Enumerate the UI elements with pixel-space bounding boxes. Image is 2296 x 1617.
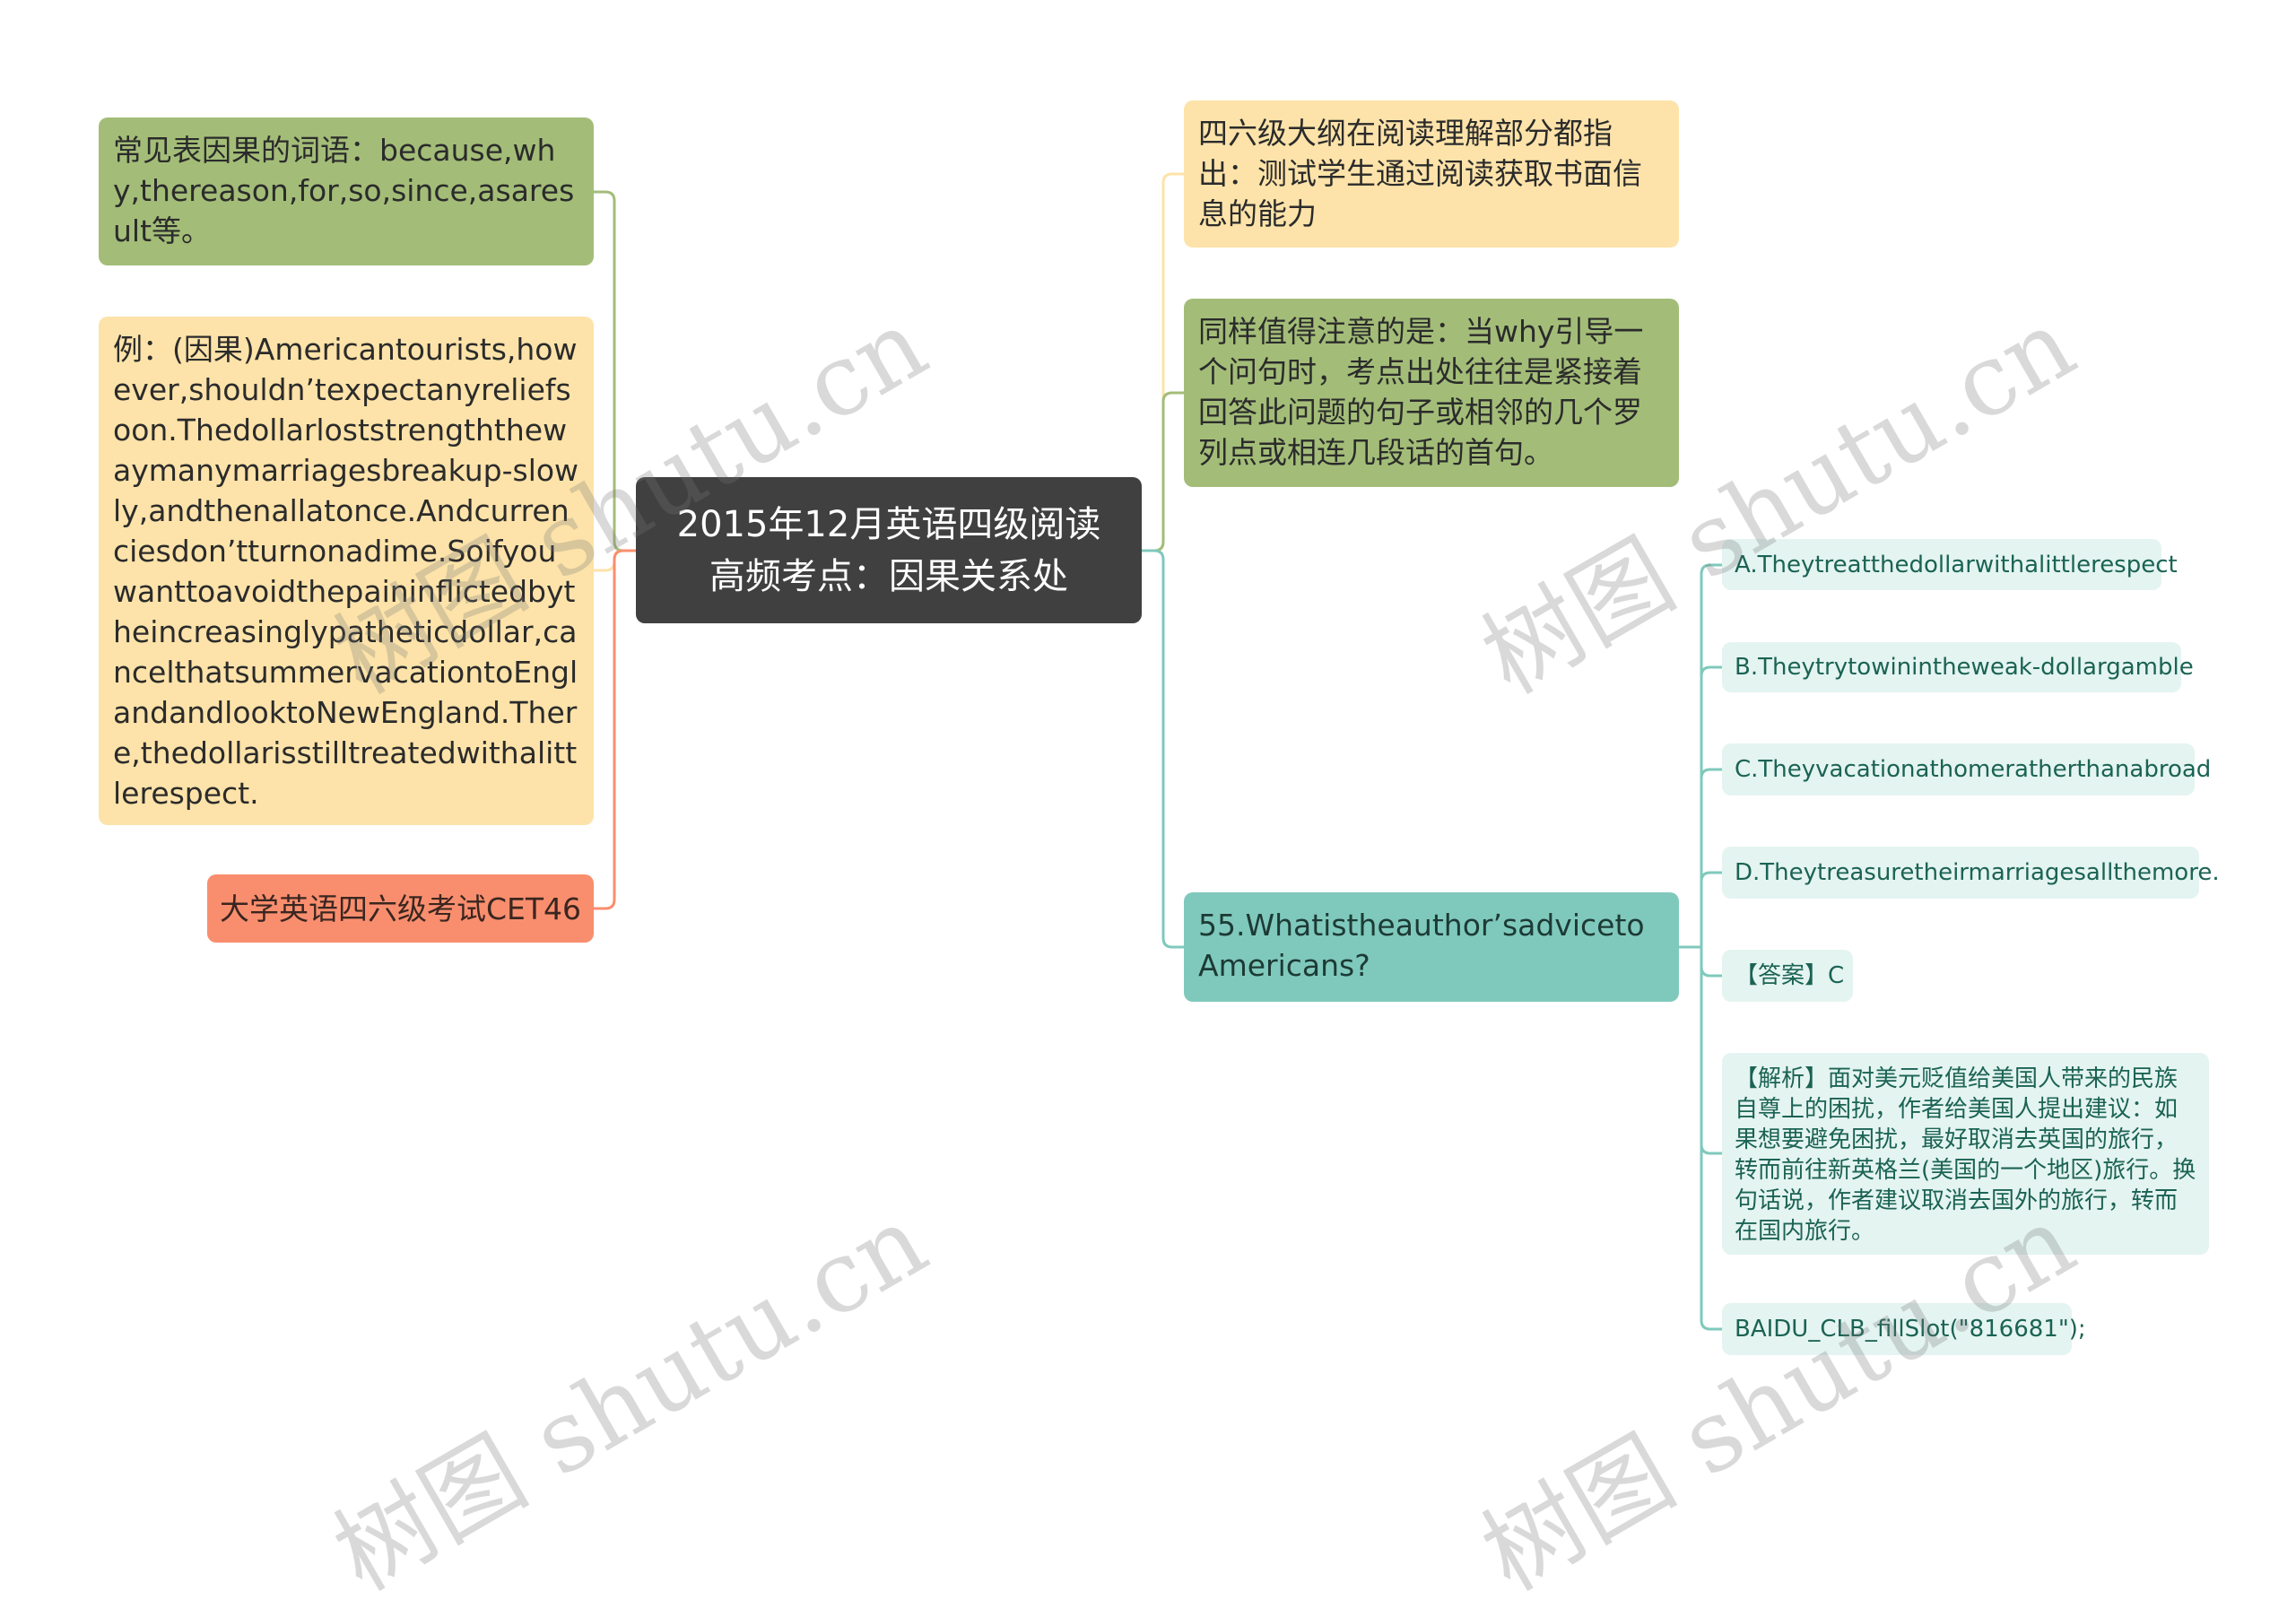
central-topic[interactable]: 2015年12月英语四级阅读 高频考点：因果关系处 (636, 477, 1142, 623)
option-d[interactable]: D.Theytreasuretheirmarriagesallthemore. (1722, 847, 2220, 899)
option-a[interactable]: A.Theytreatthedollarwithalittlerespect (1722, 539, 2178, 590)
right-node-question-55[interactable]: 55.Whatistheauthor’sadvicetoAmericans? (1184, 892, 1679, 1002)
analysis-node[interactable]: 【解析】面对美元贬值给美国人带来的民族自尊上的困扰，作者给美国人提出建议：如果想… (1722, 1053, 2209, 1255)
connector-left-salmon (594, 549, 636, 910)
left-node-example[interactable]: 例：(因果)Americantourists,however,shouldn’t… (99, 317, 594, 825)
answer-node[interactable]: 【答案】C (1722, 950, 1853, 1002)
option-b[interactable]: B.Theytrytowinintheweak-dollargamble (1722, 642, 2194, 692)
connector-right-green (1142, 391, 1184, 552)
left-node-cet46[interactable]: 大学英语四六级考试CET46 (207, 874, 594, 943)
option-c[interactable]: C.Theyvacationathomeratherthanabroad (1722, 743, 2211, 795)
right-node-why-note[interactable]: 同样值得注意的是：当why引导一个问句时，考点出处往往是紧接着回答此问题的句子或… (1184, 299, 1679, 487)
baidu-slot-node[interactable]: BAIDU_CLB_fillSlot("816681"); (1722, 1303, 2086, 1355)
connector-left-green (594, 190, 636, 552)
central-topic-line2: 高频考点：因果关系处 (709, 555, 1068, 597)
connector-right-teal (1142, 549, 1184, 949)
central-topic-line1: 2015年12月英语四级阅读 (676, 503, 1101, 545)
connector-leaves (1679, 563, 1722, 1331)
left-node-causal-words[interactable]: 常见表因果的词语：because,why,thereason,for,so,si… (99, 117, 594, 265)
right-node-syllabus[interactable]: 四六级大纲在阅读理解部分都指出：测试学生通过阅读获取书面信息的能力 (1184, 100, 1679, 248)
